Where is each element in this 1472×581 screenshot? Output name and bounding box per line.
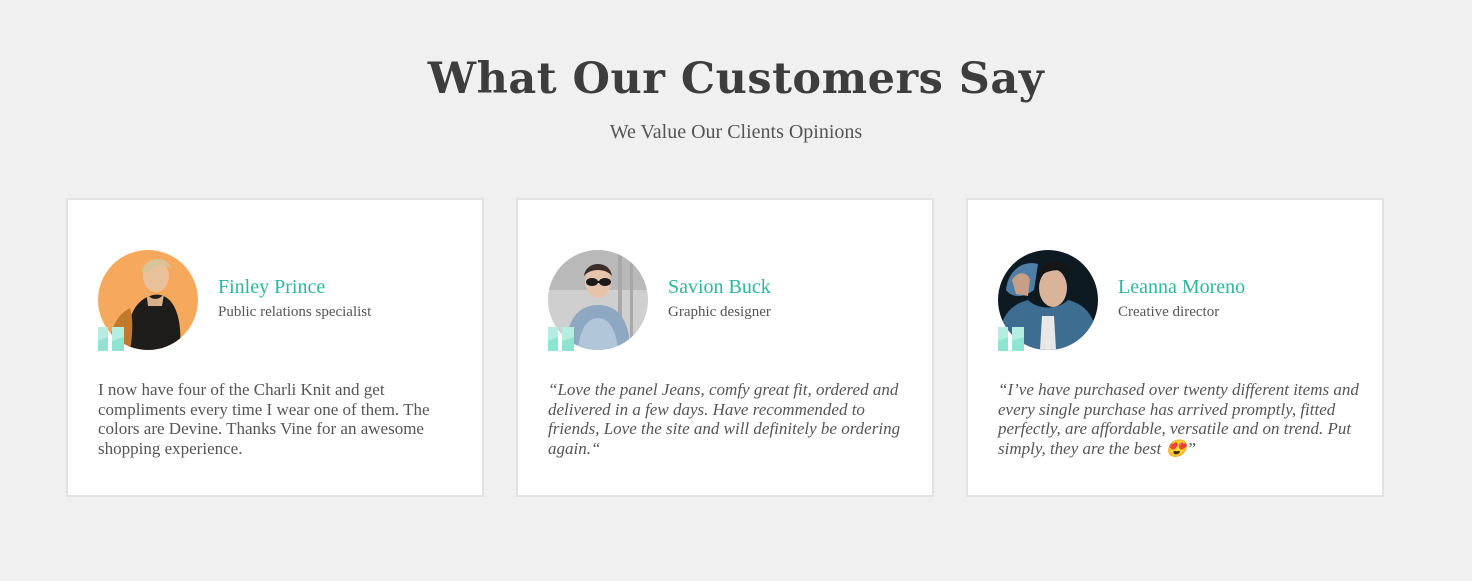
customer-role: Graphic designer	[668, 304, 771, 320]
testimonial-card: Finley Prince Public relations specialis…	[66, 198, 484, 497]
customer-name: Finley Prince	[218, 276, 326, 298]
review-text: I now have four of the Charli Knit and g…	[98, 380, 430, 458]
section-subtitle: We Value Our Clients Opinions	[609, 121, 863, 143]
review-text: “Love the panel Jeans, comfy great fit, …	[548, 380, 901, 458]
testimonial-card: Savion Buck Graphic designer “Love the p…	[516, 198, 934, 497]
quote-icon	[548, 327, 574, 351]
customer-role: Public relations specialist	[218, 304, 372, 320]
quote-icon	[998, 327, 1024, 351]
customer-role: Creative director	[1118, 304, 1220, 320]
testimonial-card: Leanna Moreno Creative director “I’ve ha…	[966, 198, 1384, 497]
quote-icon	[98, 327, 124, 351]
review-text: “I’ve have purchased over twenty differe…	[998, 380, 1359, 458]
customer-name: Savion Buck	[668, 276, 771, 298]
customer-name: Leanna Moreno	[1118, 276, 1246, 298]
section-title: What Our Customers Say	[427, 54, 1045, 104]
